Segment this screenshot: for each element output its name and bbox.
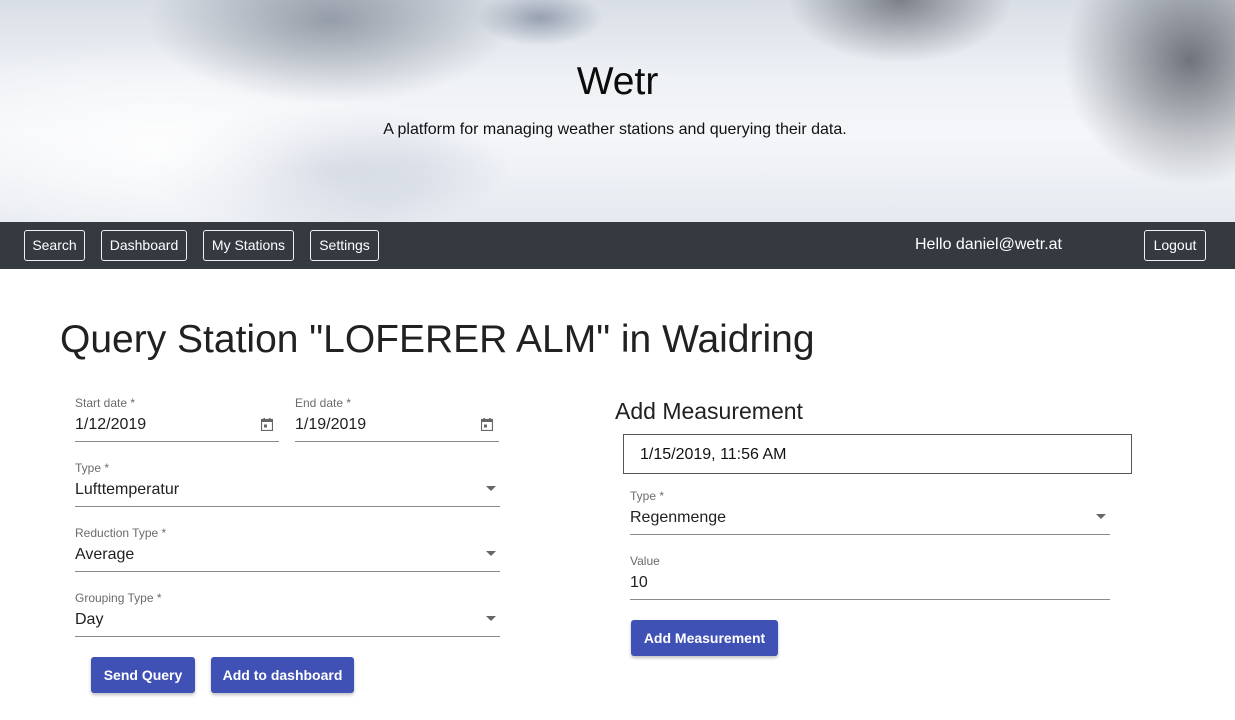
dropdown-arrow-icon[interactable] [486, 616, 496, 621]
reduction-type-select[interactable]: Reduction Type * Average [75, 526, 500, 572]
end-date-value: 1/19/2019 [295, 416, 367, 433]
add-measurement-button[interactable]: Add Measurement [631, 620, 778, 656]
measurement-type-value: Regenmenge [630, 509, 727, 526]
hero-banner: Wetr A platform for managing weather sta… [0, 0, 1235, 222]
page-title: Query Station "LOFERER ALM" in Waidring [60, 318, 815, 361]
query-type-value: Lufttemperatur [75, 481, 180, 498]
grouping-type-label: Grouping Type * [75, 591, 162, 605]
navbar: Search Dashboard My Stations Settings He… [0, 222, 1235, 269]
start-date-input[interactable]: 1/12/2019 [75, 415, 279, 442]
measurement-datetime-value: 1/15/2019, 11:56 AM [640, 446, 787, 463]
measurement-value-field[interactable]: Value 10 [630, 554, 1110, 600]
end-date-label: End date * [295, 396, 352, 410]
dropdown-arrow-icon[interactable] [486, 551, 496, 556]
dropdown-arrow-icon[interactable] [1096, 514, 1106, 519]
grouping-type-value: Day [75, 611, 104, 628]
end-date-field[interactable]: End date * 1/19/2019 [295, 396, 499, 442]
nav-search-button[interactable]: Search [24, 230, 85, 261]
add-to-dashboard-button[interactable]: Add to dashboard [211, 657, 354, 693]
query-type-input[interactable]: Lufttemperatur [75, 480, 500, 507]
nav-dashboard-button[interactable]: Dashboard [101, 230, 187, 261]
reduction-type-value: Average [75, 546, 135, 563]
measurement-value-label: Value [630, 554, 660, 568]
reduction-type-label: Reduction Type * [75, 526, 167, 540]
nav-my-stations-button[interactable]: My Stations [203, 230, 294, 261]
reduction-type-input[interactable]: Average [75, 545, 500, 572]
measurement-type-input[interactable]: Regenmenge [630, 508, 1110, 535]
start-date-field[interactable]: Start date * 1/12/2019 [75, 396, 279, 442]
calendar-icon[interactable] [481, 418, 493, 431]
grouping-type-select[interactable]: Grouping Type * Day [75, 591, 500, 637]
measurement-type-label: Type * [630, 489, 665, 503]
add-measurement-heading: Add Measurement [615, 398, 803, 424]
user-greeting: Hello daniel@wetr.at [915, 236, 1062, 253]
start-date-value: 1/12/2019 [75, 416, 147, 433]
end-date-input[interactable]: 1/19/2019 [295, 415, 499, 442]
start-date-label: Start date * [75, 396, 136, 410]
dropdown-arrow-icon[interactable] [486, 486, 496, 491]
send-query-button[interactable]: Send Query [91, 657, 195, 693]
measurement-type-select[interactable]: Type * Regenmenge [630, 489, 1110, 535]
query-type-label: Type * [75, 461, 110, 475]
measurement-value-input[interactable]: 10 [630, 573, 1110, 600]
query-type-select[interactable]: Type * Lufttemperatur [75, 461, 500, 507]
app-title: Wetr [576, 60, 659, 103]
measurement-value-text: 10 [630, 574, 648, 591]
measurement-datetime-input[interactable]: 1/15/2019, 11:56 AM [623, 434, 1132, 474]
nav-settings-button[interactable]: Settings [310, 230, 379, 261]
grouping-type-input[interactable]: Day [75, 610, 500, 637]
app-subtitle: A platform for managing weather stations… [383, 121, 847, 138]
logout-button[interactable]: Logout [1144, 230, 1206, 261]
calendar-icon[interactable] [261, 418, 273, 431]
